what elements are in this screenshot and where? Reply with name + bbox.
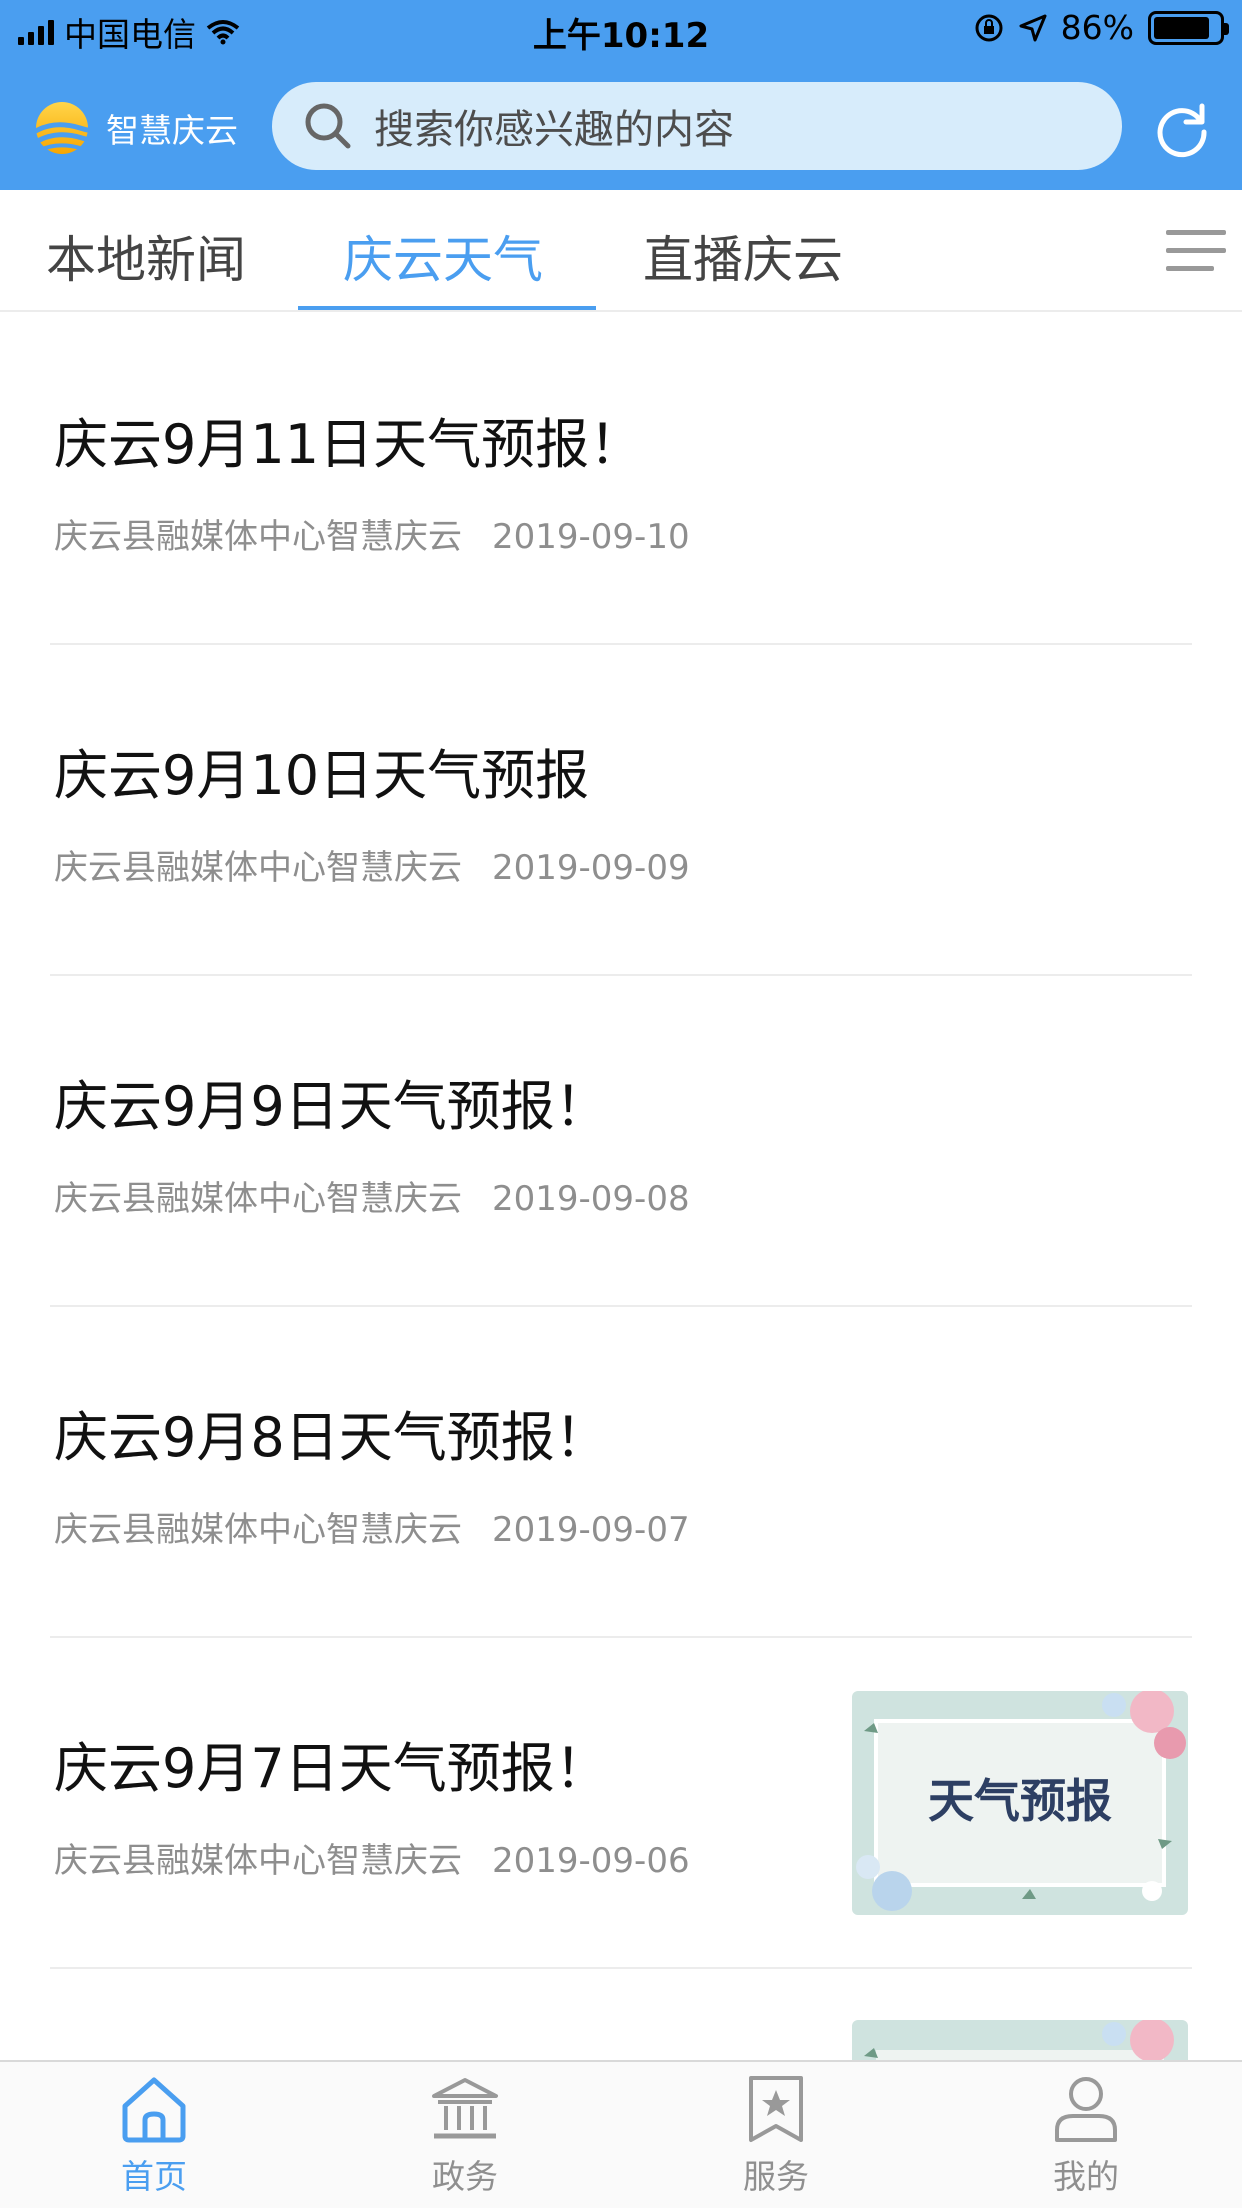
news-item[interactable]: 庆云9月7日天气预报！ 庆云县融媒体中心智慧庆云 2019-09-06 天气预报: [50, 1638, 1192, 1969]
tabbar-label: 我的: [1053, 2157, 1119, 2196]
news-title: 庆云9月7日天气预报！: [54, 1737, 609, 1800]
tabbar-service[interactable]: 服务: [676, 2074, 876, 2204]
news-meta: 庆云县融媒体中心智慧庆云 2019-09-06: [54, 1833, 690, 1882]
news-list: 庆云9月11日天气预报！ 庆云县融媒体中心智慧庆云 2019-09-10 庆云9月…: [0, 314, 1242, 1969]
battery-fill: [1154, 16, 1210, 39]
active-tab-indicator: [298, 306, 596, 310]
news-title: 庆云9月10日天气预报: [54, 744, 590, 807]
app-logo[interactable]: 智慧庆云: [28, 96, 248, 160]
location-arrow-icon: [1019, 14, 1047, 41]
logo-text: 智慧庆云: [106, 111, 238, 150]
news-title: 庆云9月9日天气预报！: [54, 1075, 609, 1138]
news-date: 2019-09-08: [492, 1179, 690, 1219]
search-bar[interactable]: 搜索你感兴趣的内容: [272, 82, 1122, 170]
news-title: 庆云9月8日天气预报！: [54, 1406, 609, 1469]
tab-local-news[interactable]: 本地新闻: [46, 220, 246, 292]
news-source: 庆云县融媒体中心智慧庆云: [54, 517, 462, 557]
tab-live[interactable]: 直播庆云: [643, 220, 843, 292]
tabbar-profile[interactable]: 我的: [986, 2074, 1186, 2204]
bottom-tab-bar: 首页 政务 服务 我的: [0, 2060, 1242, 2208]
tabbar-label: 政务: [432, 2157, 498, 2196]
news-date: 2019-09-07: [492, 1510, 690, 1550]
news-thumbnail-partial[interactable]: [852, 2020, 1188, 2060]
battery-icon: [1148, 10, 1229, 45]
status-bar: 中国电信 上午10:12 86%: [0, 0, 1242, 62]
tabbar-home[interactable]: 首页: [54, 2074, 254, 2204]
tab-weather[interactable]: 庆云天气: [343, 220, 543, 292]
thumbnail-text: 天气预报: [928, 1774, 1112, 1828]
tabbar-government[interactable]: 政务: [365, 2074, 565, 2204]
tabbar-label: 首页: [121, 2157, 187, 2196]
search-placeholder: 搜索你感兴趣的内容: [374, 107, 734, 153]
news-source: 庆云县融媒体中心智慧庆云: [54, 1841, 462, 1881]
profile-icon: [1055, 2077, 1117, 2142]
rotation-lock-icon: [975, 14, 1003, 41]
news-date: 2019-09-09: [492, 848, 690, 888]
news-item[interactable]: 庆云9月11日天气预报！ 庆云县融媒体中心智慧庆云 2019-09-10: [50, 314, 1192, 645]
news-item[interactable]: 庆云9月10日天气预报 庆云县融媒体中心智慧庆云 2019-09-09: [50, 645, 1192, 976]
app-header: 智慧庆云 搜索你感兴趣的内容: [0, 62, 1242, 190]
service-icon: [749, 2076, 803, 2142]
news-source: 庆云县融媒体中心智慧庆云: [54, 848, 462, 888]
tabbar-label: 服务: [743, 2157, 809, 2196]
logo-icon: [32, 102, 104, 154]
news-meta: 庆云县融媒体中心智慧庆云 2019-09-08: [54, 1171, 690, 1220]
menu-icon[interactable]: [1164, 226, 1228, 276]
news-date: 2019-09-06: [492, 1841, 690, 1881]
status-right: 86%: [973, 8, 1229, 47]
news-source: 庆云县融媒体中心智慧庆云: [54, 1510, 462, 1550]
home-icon: [122, 2077, 186, 2143]
category-tabs: 本地新闻 庆云天气 直播庆云: [0, 190, 1242, 312]
government-icon: [432, 2078, 498, 2139]
refresh-icon[interactable]: [1152, 98, 1212, 158]
news-title: 庆云9月11日天气预报！: [54, 413, 644, 476]
news-thumbnail[interactable]: 天气预报: [852, 1691, 1188, 1915]
news-date: 2019-09-10: [492, 517, 690, 557]
news-source: 庆云县融媒体中心智慧庆云: [54, 1179, 462, 1219]
news-item[interactable]: 庆云9月8日天气预报！ 庆云县融媒体中心智慧庆云 2019-09-07: [50, 1307, 1192, 1638]
news-meta: 庆云县融媒体中心智慧庆云 2019-09-10: [54, 509, 690, 558]
news-meta: 庆云县融媒体中心智慧庆云 2019-09-09: [54, 840, 690, 889]
news-meta: 庆云县融媒体中心智慧庆云 2019-09-07: [54, 1502, 690, 1551]
battery-percent: 86%: [1060, 8, 1134, 47]
search-icon: [305, 103, 351, 149]
news-item[interactable]: 庆云9月9日天气预报！ 庆云县融媒体中心智慧庆云 2019-09-08: [50, 976, 1192, 1307]
